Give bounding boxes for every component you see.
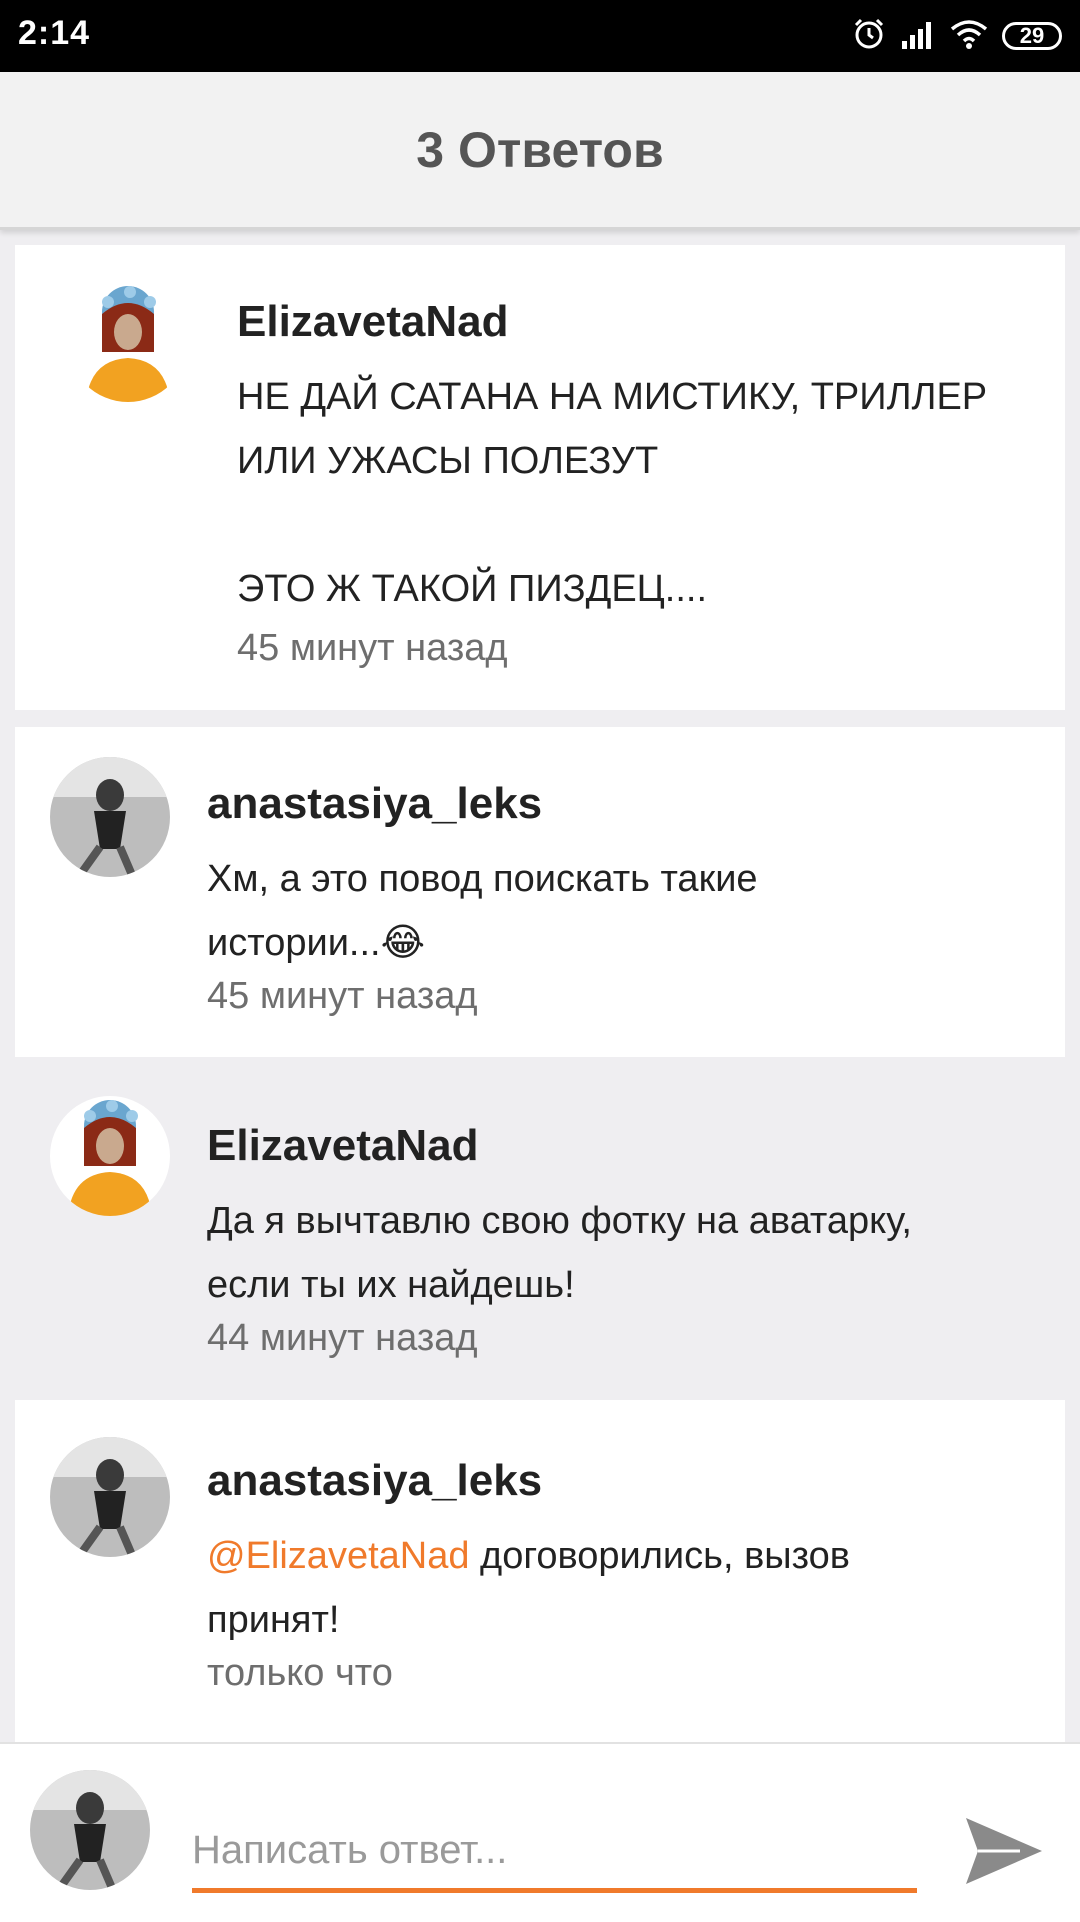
- send-button[interactable]: [960, 1808, 1046, 1894]
- reply-bar: [0, 1742, 1080, 1922]
- comment-timestamp: 45 минут назад: [207, 975, 478, 1017]
- comment-text-line: ИЛИ УЖАСЫ ПОЛЕЗУТ: [237, 440, 659, 482]
- comment-card: ElizavetaNad Да я вычтавлю свою фотку на…: [15, 1073, 1065, 1400]
- avatar[interactable]: [50, 757, 170, 877]
- comment-text: Да я вычтавлю свою фотку на аватарку, ес…: [207, 1189, 1037, 1317]
- comment-text-line: Да я вычтавлю свою фотку на аватарку,: [207, 1200, 912, 1242]
- battery-icon: 29: [1002, 22, 1062, 50]
- comment-text-blank-line: [237, 493, 1067, 557]
- alarm-icon: [852, 17, 886, 56]
- comment-text-after-mention: договорились, вызов: [469, 1535, 850, 1577]
- comment-text-line: @ElizavetaNad договорились, вызов: [207, 1524, 1037, 1588]
- replies-header: 3 Ответов: [0, 72, 1080, 230]
- status-icons: 29: [852, 14, 1062, 58]
- comment-timestamp: 45 минут назад: [237, 627, 508, 669]
- status-time: 2:14: [18, 14, 91, 52]
- comment-card: anastasiya_leks @ElizavetaNad договорили…: [15, 1400, 1065, 1742]
- wifi-icon: [950, 19, 988, 54]
- comment-timestamp: только что: [207, 1652, 393, 1694]
- comment-text: НЕ ДАЙ САТАНА НА МИСТИКУ, ТРИЛЛЕР ИЛИ УЖ…: [237, 365, 1067, 621]
- current-user-avatar[interactable]: [30, 1770, 150, 1890]
- avatar[interactable]: [50, 1437, 170, 1557]
- avatar[interactable]: [50, 1096, 170, 1216]
- reply-input-underline: [192, 1888, 917, 1893]
- comment-username[interactable]: ElizavetaNad: [207, 1121, 478, 1171]
- send-icon: [966, 1818, 1042, 1884]
- comment-username[interactable]: anastasiya_leks: [207, 1456, 542, 1506]
- comment-username[interactable]: ElizavetaNad: [237, 297, 508, 347]
- comment-text-line: Хм, а это повод поискать такие: [207, 858, 758, 900]
- comment-text-line: принят!: [207, 1599, 340, 1641]
- comment-text-line: ЭТО Ж ТАКОЙ ПИЗДЕЦ....: [237, 568, 708, 610]
- status-bar: 2:14 29: [0, 0, 1080, 72]
- comment-username[interactable]: anastasiya_leks: [207, 779, 542, 829]
- comment-text-line: если ты их найдешь!: [207, 1264, 575, 1306]
- comment-text-line: истории...😂: [207, 922, 425, 964]
- signal-icon: [900, 19, 936, 54]
- comment-text: Хм, а это повод поискать такие истории..…: [207, 847, 1037, 975]
- user-mention-link[interactable]: @ElizavetaNad: [207, 1535, 469, 1577]
- comment-timestamp: 44 минут назад: [207, 1317, 478, 1359]
- reply-input[interactable]: [192, 1824, 917, 1876]
- comment-card: ElizavetaNad НЕ ДАЙ САТАНА НА МИСТИКУ, Т…: [15, 245, 1065, 710]
- page-title: 3 Ответов: [416, 121, 664, 178]
- comment-text: @ElizavetaNad договорились, вызов принят…: [207, 1524, 1037, 1652]
- comment-text-line: НЕ ДАЙ САТАНА НА МИСТИКУ, ТРИЛЛЕР: [237, 376, 988, 418]
- comment-card: anastasiya_leks Хм, а это повод поискать…: [15, 727, 1065, 1057]
- avatar[interactable]: [68, 282, 188, 402]
